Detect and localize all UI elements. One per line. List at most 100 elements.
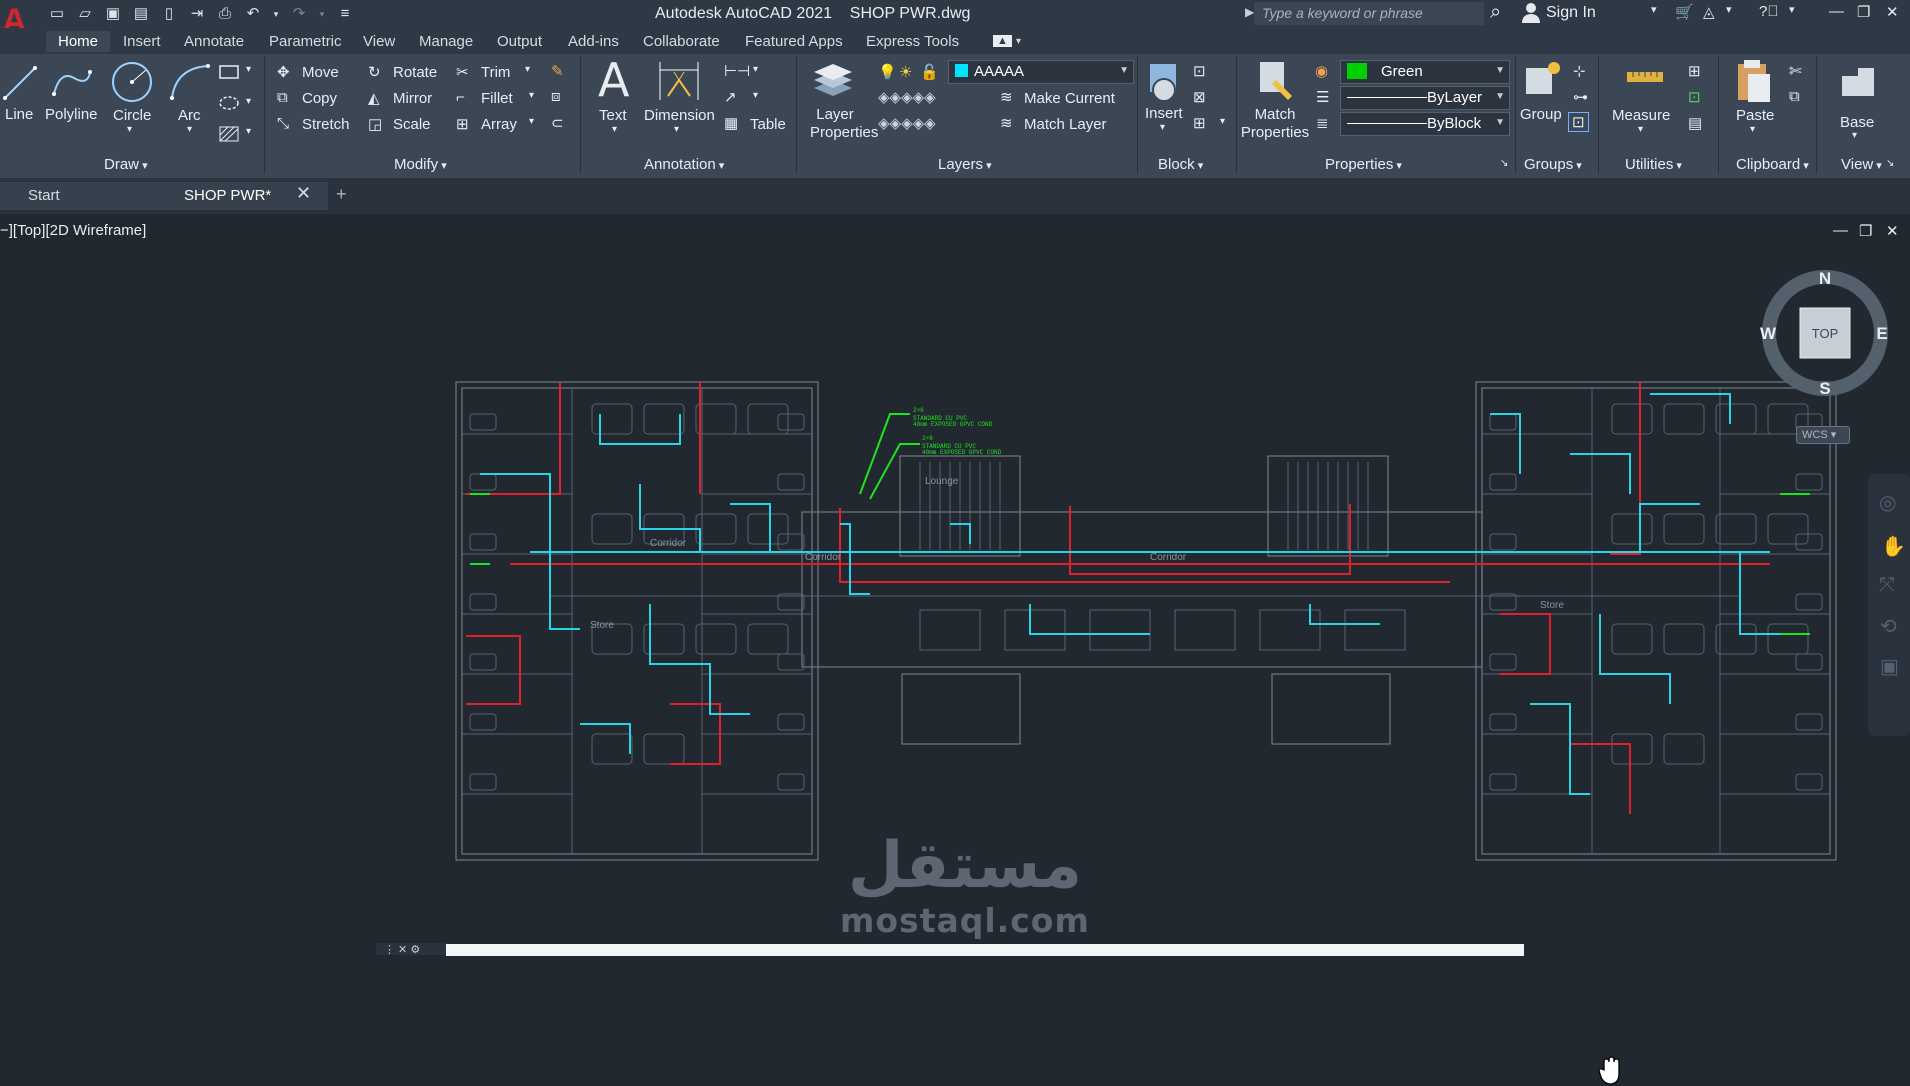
plot-icon[interactable]: ⎙ — [216, 6, 234, 22]
quick-select-icon[interactable]: ⊞ — [1688, 62, 1701, 80]
group-icon[interactable] — [1522, 58, 1568, 102]
rectangle-icon[interactable] — [219, 65, 239, 79]
viewport-minimize-icon[interactable]: — — [1833, 222, 1848, 239]
cut-icon[interactable]: ✄ — [1789, 62, 1802, 80]
group-edit-icon[interactable]: ⊶ — [1573, 88, 1588, 106]
panel-title-modify[interactable]: Modify — [394, 156, 447, 173]
paste-icon[interactable] — [1734, 58, 1774, 104]
user-icon[interactable] — [1521, 2, 1541, 24]
ribbon-minimize-dropdown-icon[interactable]: ▾ — [1016, 36, 1021, 47]
paste-button[interactable]: Paste — [1736, 107, 1774, 124]
array-button[interactable]: Array — [481, 116, 517, 133]
search-expand-icon[interactable]: ▶ — [1245, 5, 1254, 19]
dimension-dropdown-icon[interactable]: ▾ — [674, 124, 679, 135]
layer-properties-icon[interactable] — [810, 58, 856, 104]
line-button[interactable]: Line — [5, 106, 33, 123]
text-button[interactable]: Text — [599, 107, 627, 124]
match-properties-button[interactable]: Match Properties — [1237, 106, 1313, 142]
dimension-button[interactable]: Dimension — [644, 107, 715, 124]
viewcube-north-label[interactable]: N — [1819, 269, 1831, 288]
pan-icon[interactable]: ✋ — [1881, 534, 1906, 559]
copy-clip-icon[interactable]: ⧉ — [1789, 88, 1800, 105]
tab-home[interactable]: Home — [46, 31, 111, 52]
restore-icon[interactable]: ❐ — [1857, 3, 1870, 21]
base-view-icon[interactable] — [1838, 64, 1878, 100]
tab-parametric[interactable]: Parametric — [269, 33, 342, 50]
arc-dropdown-icon[interactable]: ▾ — [187, 124, 192, 135]
search-input[interactable]: Type a keyword or phrase — [1254, 2, 1484, 25]
line-icon[interactable] — [2, 62, 38, 102]
panel-title-utilities[interactable]: Utilities — [1625, 156, 1682, 173]
rotate-button[interactable]: Rotate — [393, 64, 437, 81]
base-dropdown-icon[interactable]: ▾ — [1852, 130, 1857, 141]
new-tab-icon[interactable]: + — [336, 184, 347, 205]
mirror-button[interactable]: Mirror — [393, 90, 432, 107]
polyline-button[interactable]: Polyline — [45, 106, 98, 123]
sign-in-link[interactable]: Sign In — [1546, 4, 1596, 22]
tab-view[interactable]: View — [363, 33, 395, 50]
tab-add-ins[interactable]: Add-ins — [568, 33, 619, 50]
linetype-dropdown[interactable]: ByLayer ▼ — [1340, 86, 1510, 110]
insert-dropdown-icon[interactable]: ▾ — [1160, 122, 1165, 133]
viewport-restore-icon[interactable]: ❐ — [1859, 222, 1872, 240]
panel-title-clipboard[interactable]: Clipboard — [1736, 156, 1809, 173]
stretch-button[interactable]: Stretch — [302, 116, 350, 133]
panel-title-annotation[interactable]: Annotation — [644, 156, 724, 173]
base-button[interactable]: Base — [1840, 114, 1874, 131]
command-line-controls[interactable]: ⋮ ✕ ⚙ — [376, 943, 446, 956]
save-as-icon[interactable]: ▤ — [132, 6, 150, 22]
insert-block-icon[interactable] — [1146, 60, 1182, 104]
tab-express-tools[interactable]: Express Tools — [866, 33, 959, 50]
open-folder-icon[interactable]: ▱ — [76, 6, 94, 22]
text-icon[interactable]: A — [598, 56, 629, 104]
layer-dropdown[interactable]: AAAAA ▼ — [948, 60, 1134, 84]
hatch-dropdown-icon[interactable]: ▾ — [246, 126, 251, 137]
tab-collaborate[interactable]: Collaborate — [643, 33, 720, 50]
ellipse-dropdown-icon[interactable]: ▾ — [246, 96, 251, 107]
arc-icon[interactable] — [168, 62, 212, 102]
group-button[interactable]: Group — [1520, 106, 1562, 123]
layer-properties-button[interactable]: Layer Properties — [810, 106, 878, 142]
zoom-extents-icon[interactable]: ⤧ — [1879, 574, 1895, 597]
drawing-viewport[interactable]: −][Top][2D Wireframe] — ❐ ✕ Corridor Corr… — [0, 214, 1910, 1085]
help-icon[interactable]: ?⃝ — [1759, 3, 1779, 20]
create-block-icon[interactable]: ⊡ — [1193, 62, 1206, 80]
viewport-controls-label[interactable]: −][Top][2D Wireframe] — [0, 222, 146, 239]
copy-button[interactable]: Copy — [302, 90, 337, 107]
fillet-dropdown-icon[interactable]: ▾ — [529, 90, 534, 101]
panel-title-properties[interactable]: Properties — [1325, 156, 1402, 173]
select-all-icon[interactable]: ⊡ — [1688, 88, 1701, 106]
customize-qat-icon[interactable]: ≡ — [336, 6, 354, 22]
wcs-menu[interactable]: WCS ▾ — [1796, 426, 1850, 444]
trim-button[interactable]: Trim — [481, 64, 510, 81]
new-file-icon[interactable]: ▭ — [48, 6, 66, 22]
ungroup-icon[interactable]: ⊹ — [1573, 62, 1586, 80]
tab-annotate[interactable]: Annotate — [184, 33, 244, 50]
trim-dropdown-icon[interactable]: ▾ — [525, 64, 530, 75]
move-button[interactable]: Move — [302, 64, 339, 81]
circle-icon[interactable] — [110, 60, 154, 104]
ribbon-minimize-toggle-icon[interactable]: ▲ — [993, 35, 1012, 47]
linear-dimension-icon[interactable]: ⊢⊣ — [724, 62, 750, 80]
command-line-input[interactable] — [446, 944, 1524, 956]
measure-icon[interactable] — [1625, 68, 1665, 88]
explode-icon[interactable]: ⧈ — [551, 88, 561, 105]
match-layer-button[interactable]: Match Layer — [1024, 116, 1107, 133]
tab-featured-apps[interactable]: Featured Apps — [745, 33, 843, 50]
paste-dropdown-icon[interactable]: ▾ — [1750, 124, 1755, 135]
autodesk-app-icon[interactable]: ◬ — [1703, 3, 1715, 21]
arc-button[interactable]: Arc — [178, 107, 201, 124]
insert-button[interactable]: Insert — [1145, 105, 1183, 122]
properties-launcher-icon[interactable]: ↘ — [1500, 158, 1508, 169]
offset-icon[interactable]: ⊂ — [551, 114, 564, 132]
redo-icon[interactable]: ↷ — [290, 6, 308, 22]
help-dropdown-icon[interactable]: ▾ — [1789, 3, 1795, 16]
minimize-icon[interactable]: — — [1829, 3, 1844, 20]
floor-plan-drawing[interactable]: Corridor Corridor Corridor Store Store Lounge… — [450, 374, 1840, 874]
viewcube-south-label[interactable]: S — [1819, 379, 1830, 398]
measure-button[interactable]: Measure — [1612, 107, 1670, 124]
leader-icon[interactable]: ↗ — [724, 88, 737, 106]
make-current-button[interactable]: Make Current — [1024, 90, 1115, 107]
linear-dropdown-icon[interactable]: ▾ — [753, 64, 758, 75]
polyline-icon[interactable] — [50, 64, 94, 100]
